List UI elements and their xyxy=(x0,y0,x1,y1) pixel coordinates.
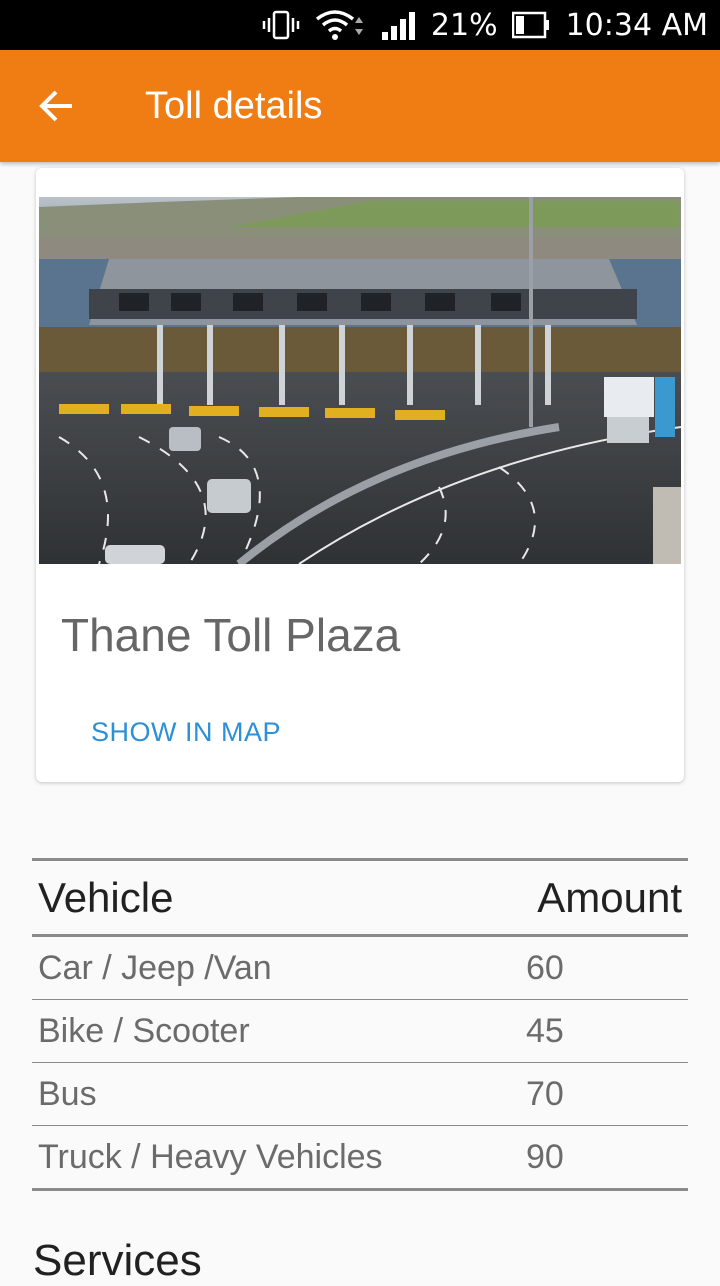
vehicle-column-header: Vehicle xyxy=(32,858,526,937)
app-bar: Toll details xyxy=(0,50,720,162)
toll-plaza-name: Thane Toll Plaza xyxy=(61,609,401,661)
services-heading: Services xyxy=(33,1236,202,1285)
arrow-back-icon xyxy=(39,90,72,122)
toll-card: Thane Toll Plaza SHOW IN MAP xyxy=(36,168,684,782)
table-row: Car / Jeep /Van 60 xyxy=(32,935,688,1000)
back-button[interactable] xyxy=(0,50,112,162)
show-in-map-button[interactable]: SHOW IN MAP xyxy=(91,717,281,748)
amount-cell: 60 xyxy=(526,935,688,1000)
amount-cell: 90 xyxy=(526,1125,688,1191)
table-header-row: Vehicle Amount xyxy=(32,858,688,937)
wifi-icon xyxy=(315,9,367,41)
status-bar: 21% 10:34 AM xyxy=(0,0,720,50)
table-row: Bike / Scooter 45 xyxy=(32,999,688,1063)
table-row: Bus 70 xyxy=(32,1062,688,1126)
toll-rates-table: Vehicle Amount Car / Jeep /Van 60 Bike /… xyxy=(32,858,688,1191)
page-title: Toll details xyxy=(145,84,323,127)
amount-cell: 70 xyxy=(526,1062,688,1126)
signal-icon xyxy=(381,10,417,40)
vibrate-icon xyxy=(261,10,301,40)
table-row: Truck / Heavy Vehicles 90 xyxy=(32,1125,688,1191)
vehicle-cell: Car / Jeep /Van xyxy=(32,935,526,1000)
vehicle-cell: Truck / Heavy Vehicles xyxy=(32,1125,526,1191)
amount-column-header: Amount xyxy=(526,858,688,937)
vehicle-cell: Bike / Scooter xyxy=(32,999,526,1063)
amount-cell: 45 xyxy=(526,999,688,1063)
battery-percent: 21% xyxy=(430,7,498,43)
battery-icon xyxy=(511,11,552,39)
vehicle-cell: Bus xyxy=(32,1062,526,1126)
clock: 10:34 AM xyxy=(565,7,708,43)
toll-plaza-photo xyxy=(39,197,681,564)
